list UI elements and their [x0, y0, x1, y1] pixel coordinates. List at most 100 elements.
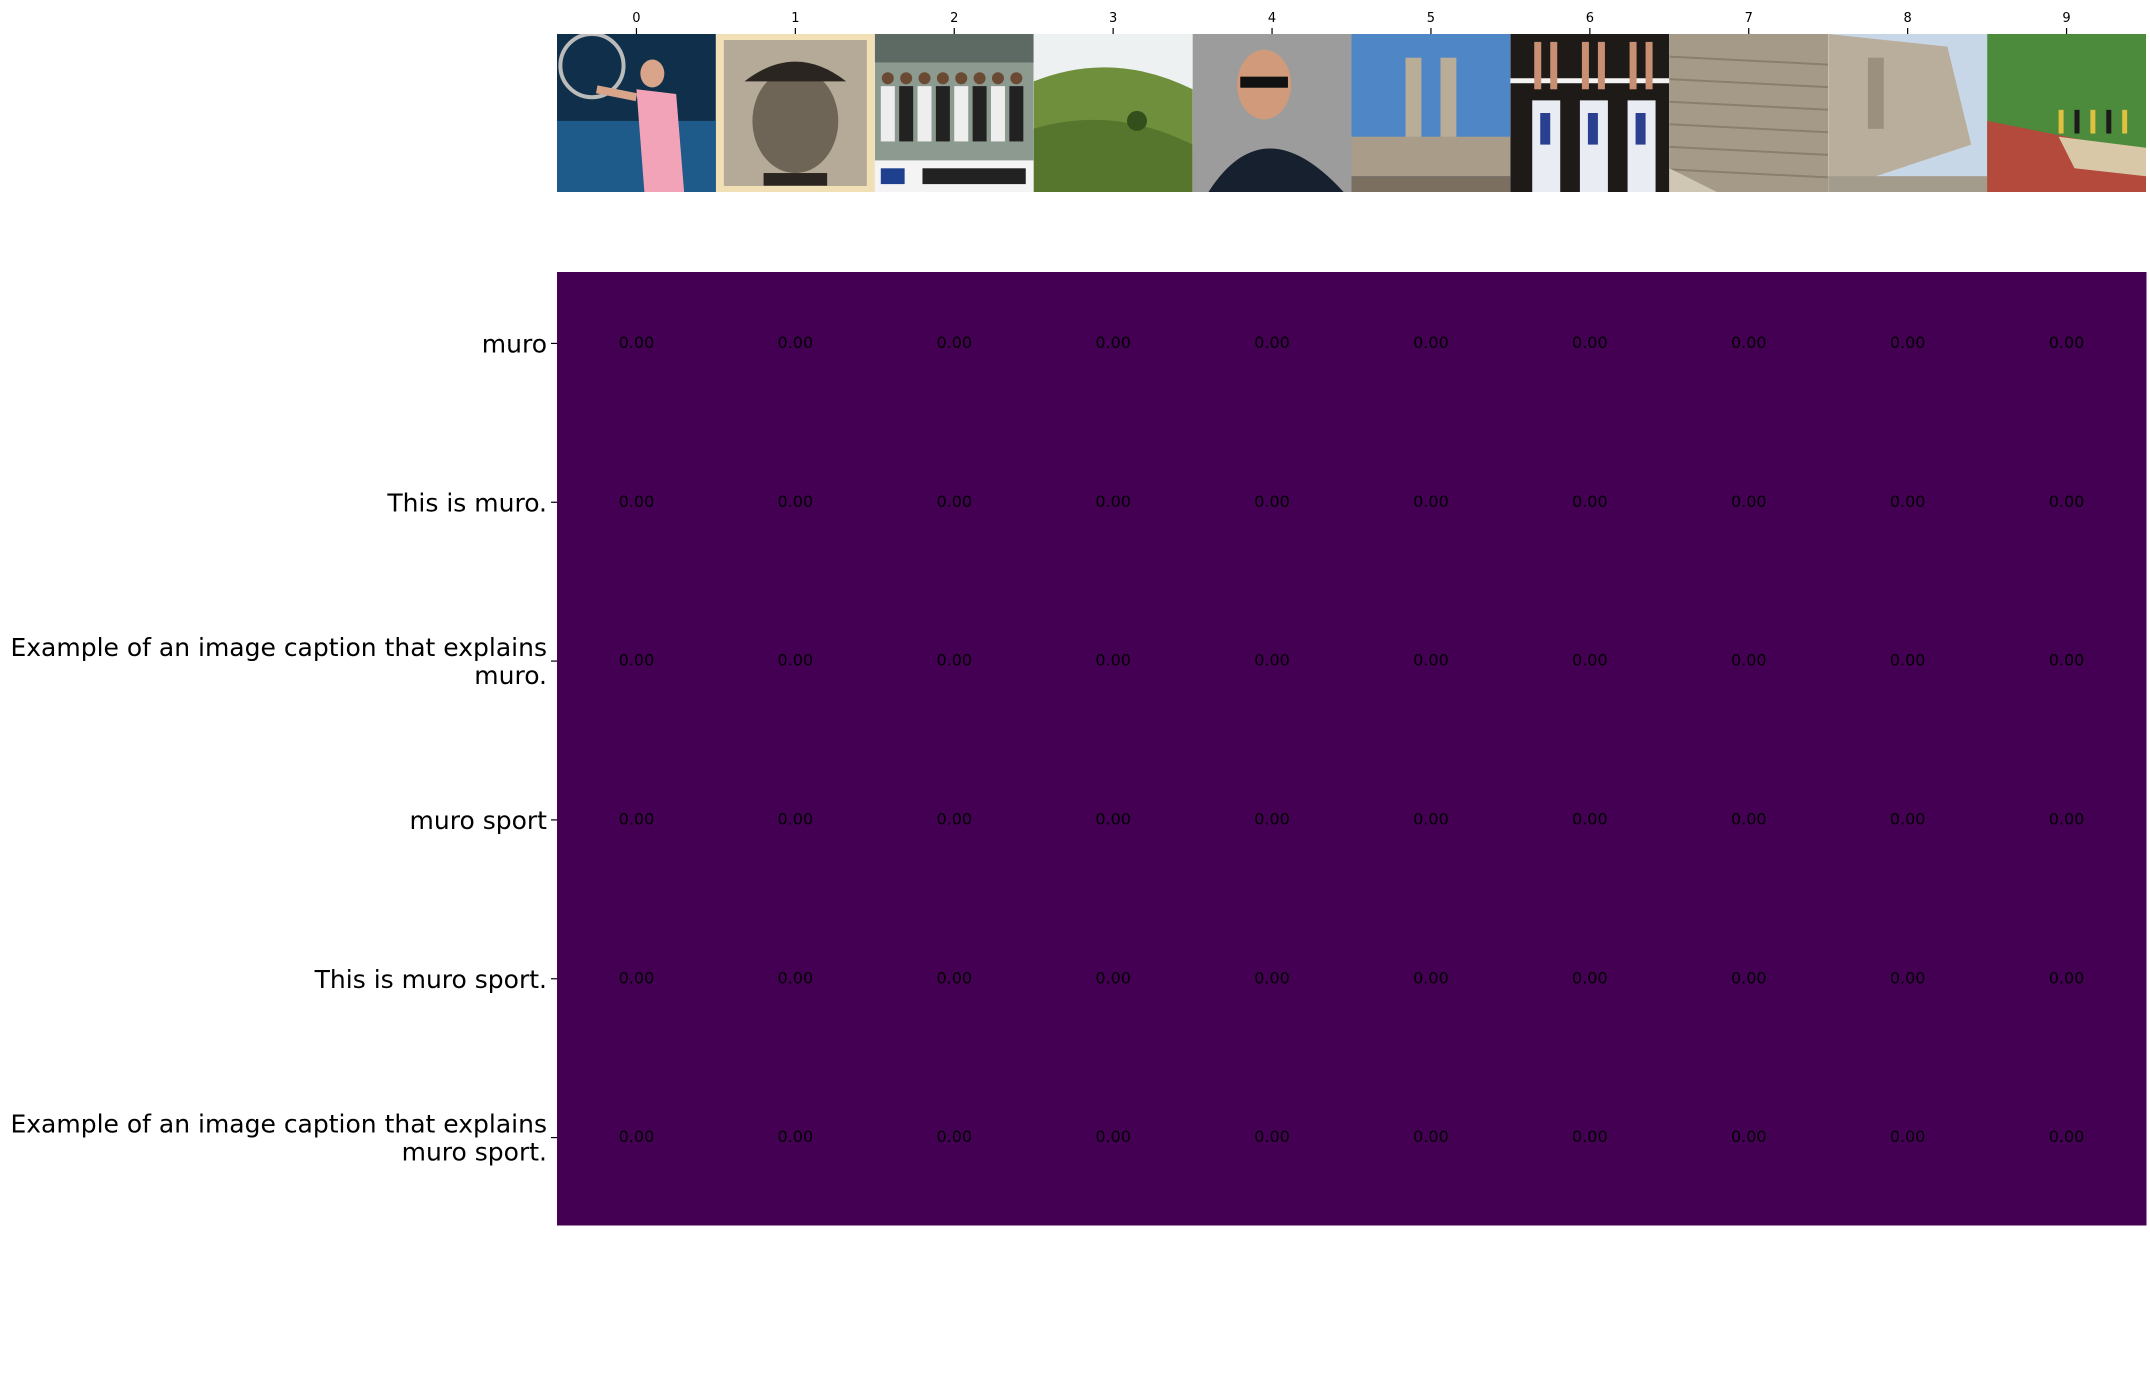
x-tick-label: 7	[1745, 11, 1753, 26]
x-tick-label: 9	[2062, 11, 2070, 26]
cell-value-label: 0.00	[936, 651, 972, 670]
volleyball-block-photo-icon	[1510, 34, 1670, 192]
cell-value-label: 0.00	[778, 1127, 814, 1146]
x-tick-label: 5	[1427, 11, 1435, 26]
cell-value-label: 0.00	[1731, 809, 1767, 828]
y-tick-label: muro sport	[410, 806, 548, 835]
x-tick: 7	[1745, 11, 1753, 34]
cell-value-label: 0.00	[1731, 968, 1767, 987]
cell-value-label: 0.00	[936, 1127, 972, 1146]
cell-value-label: 0.00	[619, 333, 655, 352]
cell-value-label: 0.00	[778, 333, 814, 352]
x-tick: 0	[632, 11, 641, 34]
similarity-heatmap-figure: 0 1 2 3 4 5 6 7 8 9 0.00 0.00 0.00 0.00 0.00 0.00 0.00 0…	[10, 11, 2147, 1226]
x-tick: 6	[1586, 11, 1594, 34]
running-track-photo-icon	[1987, 34, 2146, 192]
cell-value-label: 0.00	[2049, 492, 2085, 511]
cell-value-label: 0.00	[778, 968, 814, 987]
x-tick-label: 4	[1268, 11, 1276, 26]
soccer-team-photo-icon	[874, 34, 1034, 192]
cell-value-label: 0.00	[1254, 968, 1290, 987]
cell-value-label: 0.00	[1572, 651, 1608, 670]
cell-value-label: 0.00	[1095, 492, 1131, 511]
baseball-portrait-photo-icon	[715, 34, 875, 192]
cell-value-label: 0.00	[1572, 1127, 1608, 1146]
y-tick-label: Example of an image caption that explain…	[10, 1110, 547, 1167]
cell-value-label: 0.00	[936, 492, 972, 511]
x-tick-label: 8	[1904, 11, 1912, 26]
cell-value-label: 0.00	[778, 492, 814, 511]
x-tick-label: 6	[1586, 11, 1594, 26]
x-tick: 5	[1427, 11, 1435, 34]
cell-value-label: 0.00	[619, 651, 655, 670]
cell-value-label: 0.00	[778, 809, 814, 828]
cell-value-label: 0.00	[1731, 333, 1767, 352]
old-wall-photo-icon	[1828, 34, 1988, 192]
cell-value-label: 0.00	[1095, 809, 1131, 828]
y-tick-label: This is muro sport.	[314, 965, 547, 994]
cell-value-label: 0.00	[1254, 809, 1290, 828]
cell-value-label: 0.00	[2049, 1127, 2085, 1146]
x-tick: 2	[950, 11, 958, 34]
cell-value-label: 0.00	[619, 1127, 655, 1146]
x-tick-label: 2	[950, 11, 958, 26]
heatmap-grid	[557, 272, 2147, 1226]
y-tick-label: muro	[482, 329, 547, 358]
x-tick: 9	[2062, 11, 2071, 34]
cell-value-label: 0.00	[1095, 968, 1131, 987]
cell-value-label: 0.00	[1890, 809, 1926, 828]
y-tick: muro sport	[410, 806, 557, 835]
image-strip	[557, 34, 2146, 192]
cell-value-label: 0.00	[619, 809, 655, 828]
x-tick: 1	[791, 11, 799, 34]
y-tick: This is muro.	[386, 488, 557, 517]
cell-value-label: 0.00	[1095, 333, 1131, 352]
x-tick: 3	[1109, 11, 1117, 34]
cell-value-label: 0.00	[619, 492, 655, 511]
cell-value-label: 0.00	[936, 968, 972, 987]
tennis-player-photo-icon	[557, 34, 716, 192]
y-axis-ticks: muro This is muro. Example of an image cap…	[10, 329, 557, 1167]
grassy-hills-photo-icon	[1033, 34, 1193, 192]
x-tick-label: 0	[632, 11, 640, 26]
cell-value-label: 0.00	[2049, 809, 2085, 828]
cell-value-label: 0.00	[1572, 809, 1608, 828]
cell-value-label: 0.00	[778, 651, 814, 670]
cell-value-label: 0.00	[1254, 651, 1290, 670]
x-tick-label: 3	[1109, 11, 1117, 26]
cell-value-label: 0.00	[936, 333, 972, 352]
stone-wall-photo-icon	[1669, 34, 1829, 192]
cell-value-label: 0.00	[1572, 333, 1608, 352]
y-tick: Example of an image caption that explain…	[10, 633, 557, 690]
cell-value-label: 0.00	[2049, 968, 2085, 987]
cell-value-label: 0.00	[1254, 333, 1290, 352]
cell-value-label: 0.00	[1254, 1127, 1290, 1146]
x-tick: 4	[1268, 11, 1276, 34]
y-tick: This is muro sport.	[314, 965, 557, 994]
cell-value-label: 0.00	[1413, 492, 1449, 511]
cell-value-label: 0.00	[1572, 968, 1608, 987]
cell-value-label: 0.00	[619, 968, 655, 987]
cell-value-label: 0.00	[1413, 968, 1449, 987]
cell-value-label: 0.00	[1731, 492, 1767, 511]
cell-value-label: 0.00	[1095, 1127, 1131, 1146]
cell-value-label: 0.00	[1413, 1127, 1449, 1146]
x-axis-ticks: 0 1 2 3 4 5 6 7 8 9	[632, 11, 2071, 34]
cell-value-label: 0.00	[2049, 651, 2085, 670]
man-sunglasses-photo-icon	[1192, 34, 1352, 192]
cell-value-label: 0.00	[1095, 651, 1131, 670]
cell-value-label: 0.00	[1890, 1127, 1926, 1146]
cell-value-label: 0.00	[1254, 492, 1290, 511]
cell-value-label: 0.00	[1890, 333, 1926, 352]
y-tick-label: This is muro.	[386, 488, 547, 517]
y-tick-label: Example of an image caption that explain…	[10, 633, 547, 690]
x-tick-label: 1	[791, 11, 799, 26]
y-tick: Example of an image caption that explain…	[10, 1110, 557, 1167]
cell-value-label: 0.00	[1890, 968, 1926, 987]
cell-value-label: 0.00	[1890, 492, 1926, 511]
cell-value-label: 0.00	[1890, 651, 1926, 670]
cell-value-label: 0.00	[1413, 651, 1449, 670]
cell-value-label: 0.00	[1572, 492, 1608, 511]
cell-value-label: 0.00	[2049, 333, 2085, 352]
x-tick: 8	[1904, 11, 1912, 34]
